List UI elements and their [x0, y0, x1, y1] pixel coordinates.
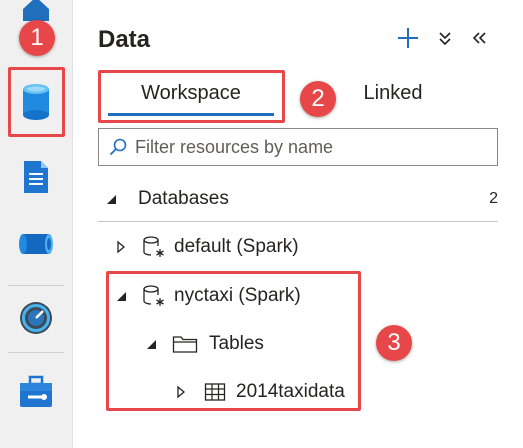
section-divider [98, 221, 498, 222]
tree-item-label: default (Spark) [174, 236, 299, 257]
rail-monitor-button[interactable] [14, 296, 58, 340]
manage-icon [20, 375, 52, 407]
develop-icon [24, 161, 48, 193]
add-icon [398, 28, 418, 48]
databases-count: 2 [489, 190, 498, 207]
rail-divider [8, 285, 64, 286]
expand-toggle[interactable] [114, 240, 128, 254]
callout-badge: 2 [300, 81, 336, 117]
expand-all-button[interactable] [436, 29, 454, 47]
expand-all-icon [439, 32, 451, 46]
spark-database-icon [142, 235, 166, 259]
callout-badge: 1 [19, 20, 55, 56]
collapse-section-toggle[interactable] [104, 193, 118, 205]
tree-item-default-database[interactable]: default (Spark) [114, 231, 299, 263]
collapsed-caret-icon [117, 240, 126, 254]
monitor-icon [20, 302, 52, 334]
data-button-highlight [8, 67, 65, 137]
workspace-tab-highlight [98, 70, 285, 123]
expanded-caret-icon [107, 195, 116, 204]
filter-resources-box[interactable] [98, 128, 498, 166]
rail-divider [8, 352, 64, 353]
callout-badge: 3 [376, 325, 412, 361]
databases-section-label: Databases [138, 188, 229, 209]
panel-title: Data [98, 26, 151, 53]
collapse-panel-icon [472, 32, 486, 44]
rail-manage-button[interactable] [14, 370, 58, 414]
nyctaxi-tree-highlight [106, 271, 361, 411]
add-button[interactable] [396, 26, 420, 50]
rail-develop-button[interactable] [14, 155, 58, 199]
search-icon [109, 138, 127, 156]
filter-resources-input[interactable] [135, 136, 475, 158]
collapse-panel-button[interactable] [470, 29, 488, 47]
rail-integrate-button[interactable] [14, 222, 58, 266]
tab-linked[interactable]: Linked [350, 82, 436, 105]
integrate-icon [19, 234, 53, 254]
synapse-data-hub: 1 2 3 Data Workspace Linked Filter resou… [0, 0, 523, 448]
databases-section-header[interactable]: Databases 2 [96, 182, 506, 216]
activity-rail [0, 0, 73, 448]
